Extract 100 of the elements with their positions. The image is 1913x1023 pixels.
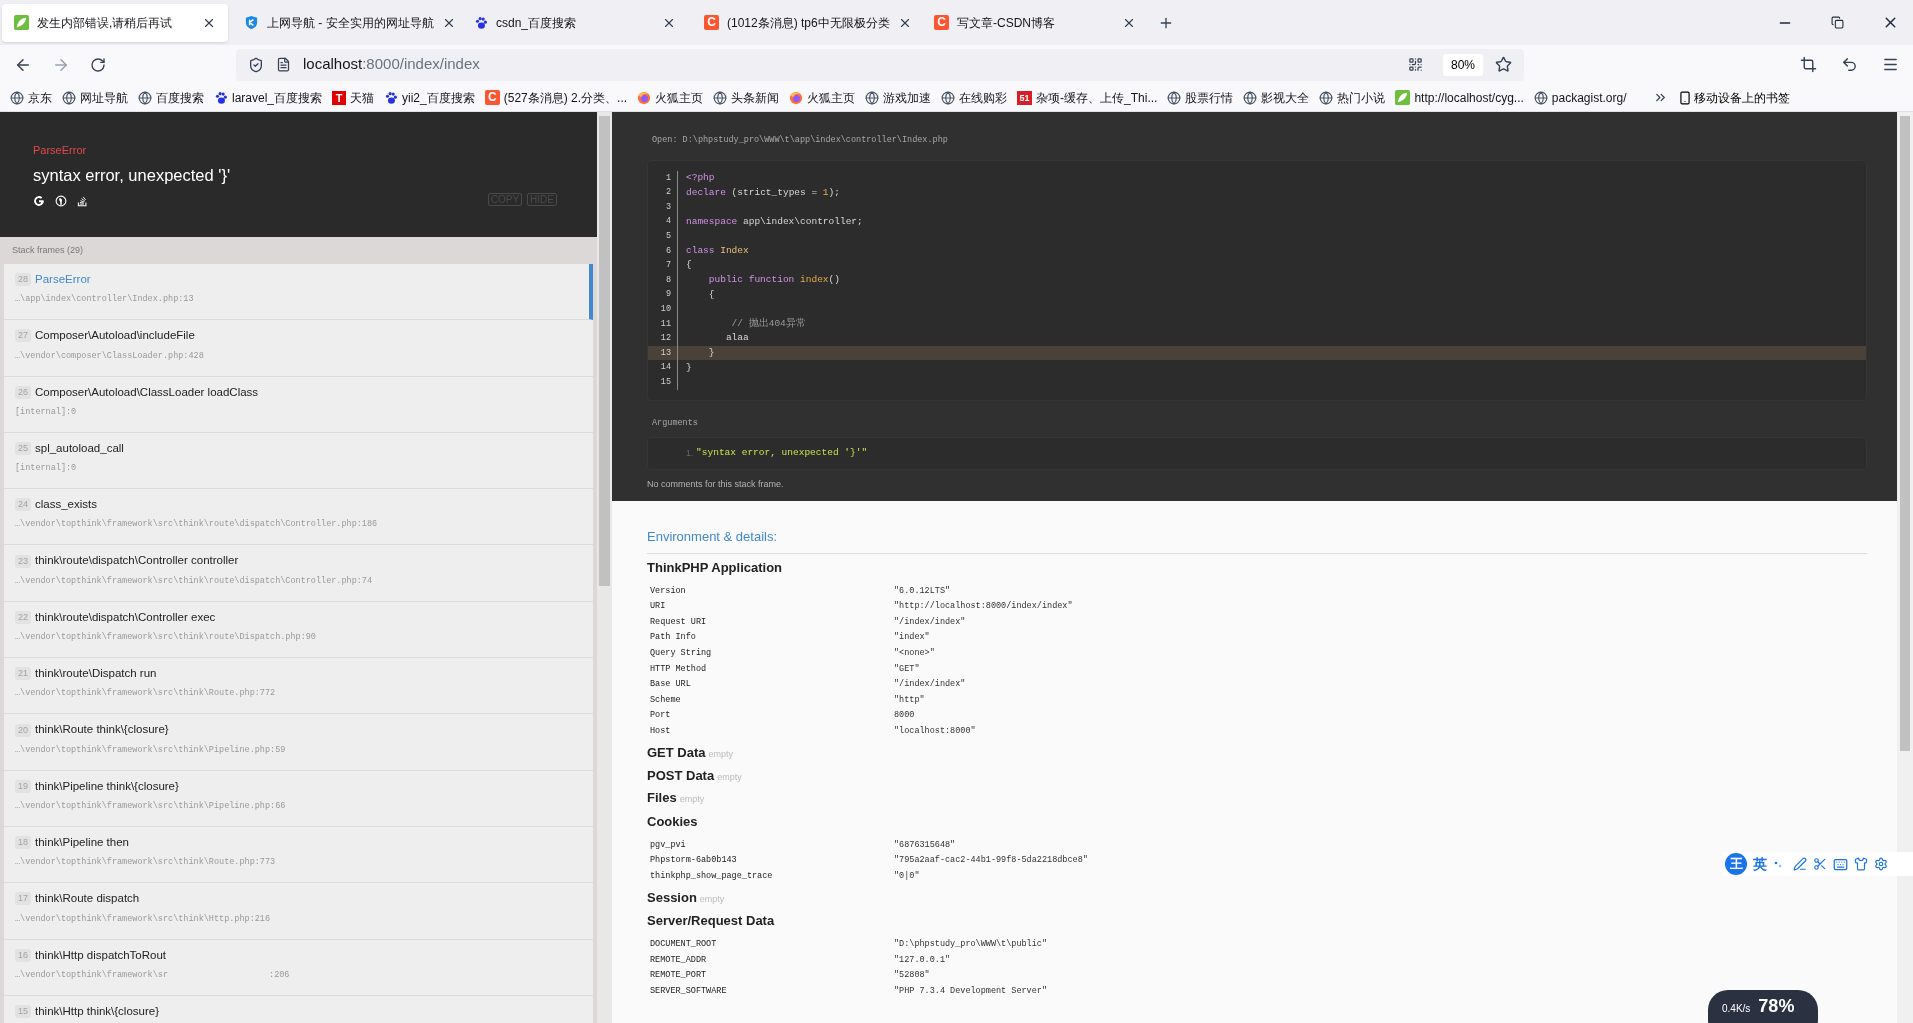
page-icon — [276, 57, 291, 72]
line-number: 1 — [664, 171, 672, 185]
bookmark-item[interactable]: 热门小说 — [1319, 88, 1386, 107]
bookmark-item[interactable]: 百度搜索 — [138, 88, 204, 107]
error-type: ParseError — [33, 143, 87, 158]
shield-icon — [244, 15, 259, 30]
empty-label: empty — [717, 770, 742, 784]
frame-number: 15 — [15, 1005, 31, 1018]
reload-icon[interactable] — [90, 56, 106, 73]
stack-frame[interactable]: 24 class_exists …\vendor\topthink\framework\src\think\route\dispatch\Controller.php:186 — [4, 489, 593, 546]
section-heading: Environment & details: — [647, 528, 778, 547]
globe-icon — [1533, 90, 1548, 105]
line-number: 14 — [659, 361, 672, 375]
detail-value: "6876315648" — [894, 838, 956, 852]
line-number: 5 — [664, 230, 672, 243]
ime-logo[interactable]: 王 — [1725, 853, 1747, 875]
code-line: { — [686, 258, 692, 273]
duck-search-icon[interactable] — [55, 195, 67, 208]
stack-frame[interactable]: 18 think\Pipeline then …\vendor\topthink\framework\src\think\Route.php:773 — [4, 826, 593, 884]
detail-label: HTTP Method — [650, 662, 708, 676]
zoom-level[interactable]: 80% — [1442, 53, 1483, 76]
code-line: class Index — [686, 243, 749, 258]
line-number: 6 — [664, 244, 672, 258]
globe-icon — [1167, 90, 1182, 105]
frame-number: 19 — [15, 779, 31, 793]
scrollbar-thumb[interactable] — [1900, 116, 1910, 751]
line-number: 10 — [659, 303, 672, 316]
site-logo: 51 — [1017, 90, 1033, 105]
frame-title: Composer\Autoload\includeFile — [35, 328, 195, 344]
detail-value: "6.0.12LTS" — [894, 584, 951, 598]
frame-title: think\route\dispatch\Controller exec — [35, 609, 216, 625]
bookmark-star-icon[interactable] — [1495, 56, 1512, 73]
section-title: Session — [647, 888, 697, 907]
scrollbar-thumb[interactable] — [599, 116, 610, 586]
browser-tab[interactable]: C 写文章-CSDN博客 — [922, 3, 1148, 42]
stack-frame[interactable]: 19 think\Pipeline think\{closure} …\vendor\topthink\framework\src\think\Pipeline.php:66 — [4, 770, 593, 827]
pen-icon[interactable] — [1793, 857, 1807, 871]
detail-label: Version — [650, 584, 687, 598]
bookmark-item[interactable]: packagist.org/ — [1533, 88, 1627, 107]
detail-value: "http" — [894, 693, 925, 707]
bookmark-item[interactable]: T 天猫 — [332, 88, 375, 107]
bookmark-item[interactable]: http://localhost/cyg... — [1395, 88, 1524, 107]
bookmark-item[interactable]: 在线购彩 — [941, 88, 1008, 107]
detail-value: "GET" — [894, 662, 920, 676]
restore-icon[interactable] — [1831, 16, 1844, 29]
bookmark-item[interactable]: 影视大全 — [1243, 88, 1310, 107]
shirt-icon[interactable] — [1854, 857, 1868, 871]
bookmark-item[interactable]: 游戏加速 — [865, 88, 932, 107]
settings-icon[interactable] — [1874, 857, 1888, 871]
section-title: Files — [647, 789, 677, 808]
detail-value: "localhost:8000" — [894, 724, 976, 738]
tab-title: 上网导航 - 安全实用的网址导航 — [267, 14, 434, 32]
browser-tab[interactable]: csdn_百度搜索 — [462, 3, 688, 42]
line-number: 12 — [659, 332, 672, 345]
phone-icon — [1677, 90, 1692, 105]
line-number: 9 — [664, 288, 672, 302]
menu-icon[interactable] — [1882, 56, 1899, 73]
bookmark-item[interactable]: yii2_百度搜索 — [384, 88, 475, 107]
bookmark-item[interactable]: 火狐主页 — [789, 88, 856, 107]
tmall-logo: T — [332, 90, 347, 105]
detail-value: "PHP 7.3.4 Development Server" — [894, 985, 1048, 998]
bookmark-item[interactable]: C (527条消息) 2.分类、... — [484, 88, 628, 107]
stack-frame[interactable]: 25 spl_autoload_call [internal]:0 — [4, 432, 593, 490]
address-bar[interactable]: localhost:8000/index/index 80% — [236, 48, 1524, 81]
network-speed: 0.4K/s — [1722, 1002, 1751, 1016]
mobile-bookmarks[interactable]: 移动设备上的书签 — [1677, 88, 1790, 107]
frame-number: 17 — [15, 892, 31, 906]
undo-icon[interactable] — [1841, 56, 1858, 73]
scissors-icon[interactable] — [1813, 857, 1827, 871]
globe-icon — [1243, 90, 1258, 105]
frame-file: …\vendor\topthink\framework\src\think\Route.php:773 — [15, 856, 276, 869]
google-search-icon[interactable] — [33, 195, 45, 208]
empty-label: empty — [699, 892, 725, 906]
bookmark-item[interactable]: 京东 — [10, 88, 52, 107]
stack-frame[interactable]: 15 think\Http think\{closure} — [4, 995, 593, 1023]
stack-frame[interactable]: 17 think\Route dispatch …\vendor\topthink\framework\src\think\Http.php:216 — [4, 883, 593, 940]
crop-icon[interactable] — [1800, 56, 1817, 73]
paw-icon — [384, 90, 399, 105]
browser-tab[interactable]: 发生内部错误,请稍后再试 — [2, 3, 228, 42]
code-line: { — [707, 287, 715, 302]
browser-tab[interactable]: 上网导航 - 安全实用的网址导航 — [232, 3, 458, 42]
ime-mode[interactable]: 英 — [1753, 853, 1767, 875]
frame-number: 16 — [15, 948, 31, 962]
detail-value: "D:\phpstudy_pro\WWW\t\public" — [894, 938, 1048, 952]
bookmark-item[interactable]: 股票行情 — [1167, 88, 1234, 107]
stack-frame[interactable]: 16 think\Http dispatchToRout …\vendor\topthink\framework\sr :206 — [4, 939, 593, 996]
keyboard-icon[interactable] — [1833, 856, 1848, 872]
detail-label: SERVER_SOFTWARE — [650, 985, 728, 998]
qr-code-icon[interactable] — [1407, 57, 1423, 72]
stack-frame[interactable]: 21 think\route\Dispatch run …\vendor\topthink\framework\src\think\Route.php:772 — [4, 658, 593, 715]
stack-overflow-icon[interactable] — [77, 195, 88, 208]
bookmark-item[interactable]: 火狐主页 — [637, 88, 704, 107]
browser-tab[interactable]: C (1012条消息) tp6中无限极分类 — [692, 3, 918, 42]
bookmark-item[interactable]: 头条新闻 — [713, 88, 780, 107]
bookmark-item[interactable]: 网址导航 — [62, 88, 128, 107]
frame-file: …\app\index\controller\Index.php:13 — [15, 293, 194, 306]
bookmark-item[interactable]: laravel_百度搜索 — [214, 88, 323, 107]
detail-label: thinkphp_show_page_trace — [650, 869, 774, 883]
bookmark-item[interactable]: 51 杂项-缓存、上传_Thi... — [1017, 88, 1158, 107]
detail-value: 8000 — [894, 709, 915, 723]
